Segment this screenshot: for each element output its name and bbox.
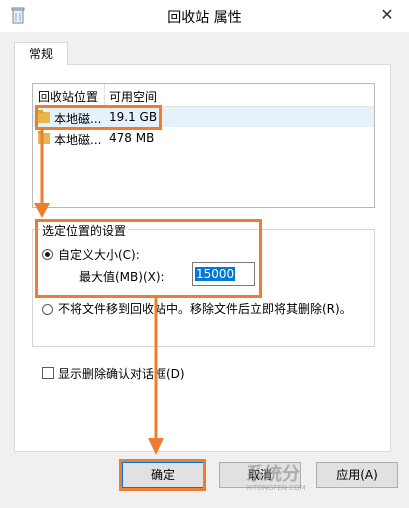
watermark-text: 系统分 bbox=[246, 464, 300, 485]
arrow-head-1 bbox=[34, 203, 50, 218]
tab-general[interactable]: 常规 bbox=[14, 42, 68, 65]
annotation-arrows bbox=[34, 130, 164, 455]
watermark-url: XITONGFEN.COM bbox=[246, 484, 306, 492]
arrow-head-2 bbox=[148, 438, 164, 455]
watermark: 系统分 XITONGFEN.COM bbox=[246, 460, 306, 492]
